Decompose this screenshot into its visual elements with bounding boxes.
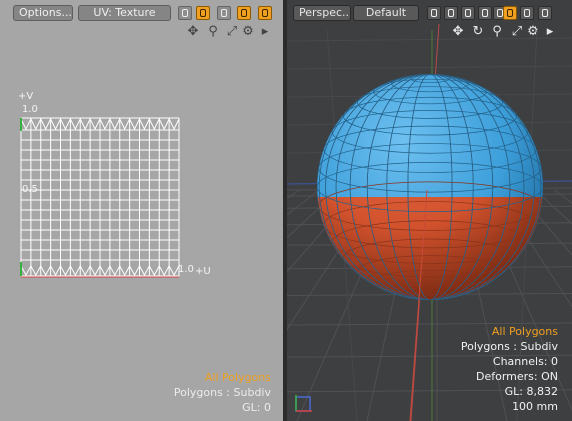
uv-mesh-grid [20,117,180,278]
tick-top-label: 1.0 [22,104,38,115]
uv-lock-icon[interactable] [258,6,272,20]
uv-hud-selection: All Polygons [204,371,271,384]
uv-wire-icon[interactable] [196,6,210,20]
uv-hud-gl: GL: 0 [242,401,271,414]
uv-texture-icon[interactable] [217,6,231,20]
options-button[interactable]: Options.... [13,5,73,21]
vp-hud-deformers: Deformers: ON [476,370,558,383]
ground-grid-line [287,37,572,42]
uv-hud-polygons: Polygons : Subdiv [173,386,271,399]
tick-mid-label: 0.5 [22,184,38,195]
uv-map-selector[interactable]: UV: Texture [78,5,171,21]
viewport-panel[interactable]: Perspec... Default ✥ ↻ ⚲ ⤢ ⚙ ▸ All Polyg… [287,0,572,421]
uv-display-icon[interactable] [178,6,192,20]
axis-gizmo [295,395,312,412]
viewport-hud: All Polygons Polygons : Subdiv Channels:… [358,324,558,414]
gear-icon[interactable]: ⚙ [241,25,255,39]
axis-v-label: +V [18,91,34,102]
vp-hud-selection: All Polygons [491,325,558,338]
uv-canvas [20,117,180,278]
vp-hud-scale: 100 mm [512,400,558,413]
uv-overlay-icon[interactable] [237,6,251,20]
vp-hud-channels: Channels: 0 [492,355,558,368]
axis-u-label: +U [195,266,211,277]
uv-pole-zigzag [20,264,180,277]
vp-hud-gl: GL: 8,832 [504,385,558,398]
play-arrow-icon[interactable]: ▸ [258,25,272,39]
move-view-icon[interactable]: ✥ [186,25,200,39]
uv-editor-panel[interactable]: Options.... UV: Texture ✥ ⚲ ⤢ ⚙ ▸ +V 1.0… [0,0,284,421]
uv-pole-zigzag [20,117,180,131]
vp-hud-polygons: Polygons : Subdiv [460,340,558,353]
uv-toolbar: Options.... UV: Texture [0,0,283,24]
tick-right-label: 1.0 [178,264,194,275]
zoom-view-icon[interactable]: ⚲ [206,25,220,39]
uv-hud: All Polygons Polygons : Subdiv GL: 0 [71,370,271,415]
fit-view-icon[interactable]: ⤢ [225,25,239,39]
